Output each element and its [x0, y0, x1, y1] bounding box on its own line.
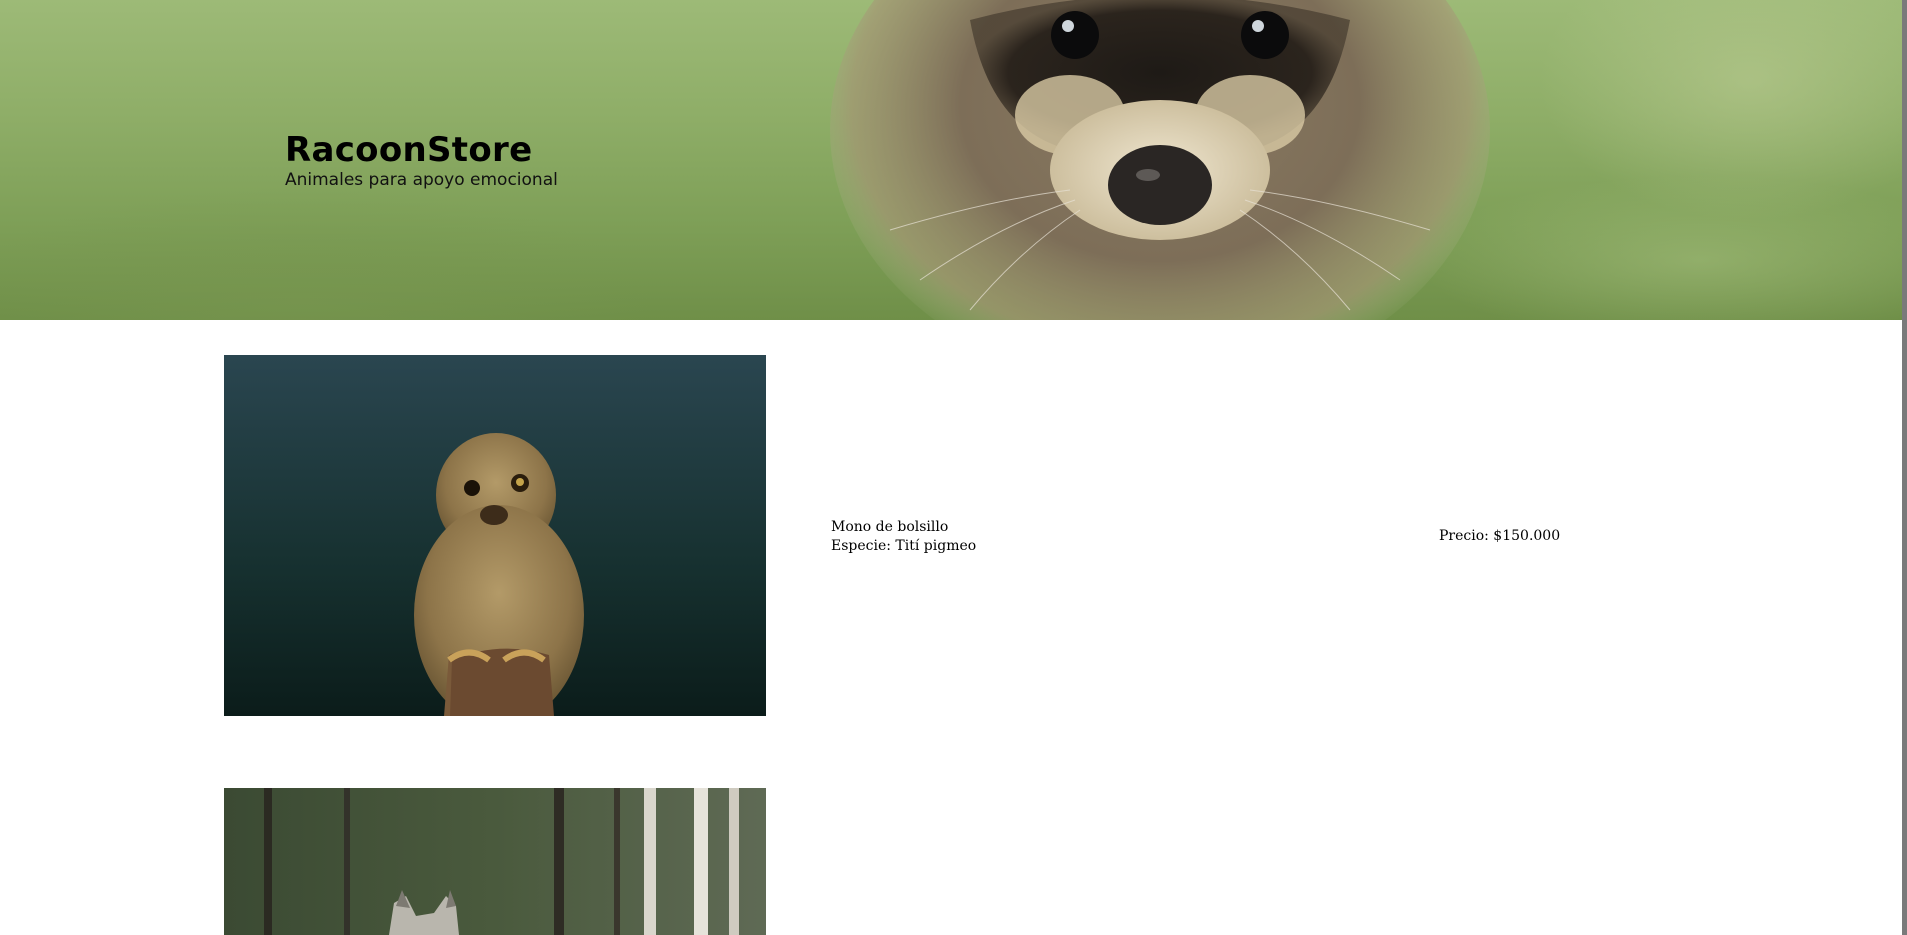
site-title: RacoonStore — [285, 130, 533, 170]
product-card: Mono de bolsillo Especie: Tití pigmeo Pr… — [224, 355, 1624, 716]
product-name: Mono de bolsillo — [831, 519, 949, 535]
hero-banner: RacoonStore Animales para apoyo emociona… — [0, 0, 1902, 320]
marmoset-photo — [224, 355, 766, 716]
product-info: Mono de bolsillo Especie: Tití pigmeo — [831, 518, 976, 556]
product-image-wolf[interactable] — [224, 788, 766, 935]
product-card — [224, 788, 1624, 935]
wolf-photo — [224, 788, 766, 935]
product-image-marmoset[interactable] — [224, 355, 766, 716]
scrollbar[interactable] — [1902, 0, 1907, 935]
page: RacoonStore Animales para apoyo emociona… — [0, 0, 1907, 935]
raccoon-hero-image — [830, 0, 1490, 320]
product-species: Especie: Tití pigmeo — [831, 538, 977, 554]
product-price: Precio: $150.000 — [1439, 528, 1561, 544]
site-subtitle: Animales para apoyo emocional — [285, 170, 558, 190]
